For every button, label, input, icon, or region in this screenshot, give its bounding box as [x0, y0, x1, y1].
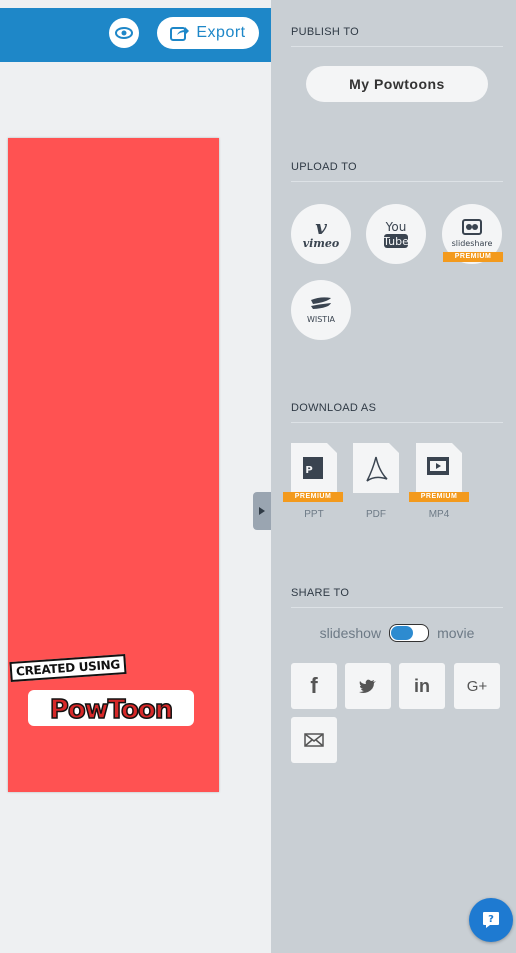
share-linkedin-button[interactable]: in — [399, 663, 445, 709]
publish-section-title: PUBLISH TO — [291, 26, 503, 47]
svg-text:v: v — [315, 216, 327, 239]
email-icon — [304, 733, 324, 747]
upload-wistia-button[interactable]: WISTIA — [291, 280, 351, 340]
export-panel: PUBLISH TO My Powtoons UPLOAD TO v vimeo… — [271, 0, 516, 953]
svg-text:You: You — [385, 220, 407, 234]
svg-text:vimeo: vimeo — [303, 237, 340, 250]
wistia-icon: WISTIA — [307, 297, 336, 324]
export-label: Export — [196, 24, 246, 41]
canvas-area: Export CREATED USING PowToon — [0, 0, 271, 953]
pdf-file-icon — [353, 443, 399, 493]
upload-youtube-button[interactable]: You Tube — [366, 204, 426, 264]
twitter-icon — [359, 679, 376, 693]
ppt-label: PPT — [304, 509, 324, 520]
eye-icon — [115, 27, 133, 39]
slideshow-label: slideshow — [319, 625, 382, 641]
linkedin-icon: in — [414, 675, 430, 696]
share-section-title: SHARE TO — [291, 587, 503, 608]
vimeo-icon: v vimeo — [303, 216, 340, 250]
toggle-knob — [391, 626, 414, 640]
share-mode-toggle-row: slideshow movie — [291, 624, 503, 642]
svg-text:P: P — [305, 465, 312, 476]
created-using-tag: CREATED USING — [9, 653, 127, 683]
svg-text:PowToon: PowToon — [50, 695, 172, 725]
download-pdf-button[interactable] — [353, 443, 399, 503]
ppt-premium-badge: PREMIUM — [283, 492, 343, 502]
powtoon-logo: PowToon — [28, 690, 194, 726]
share-google-plus-button[interactable]: G+ — [454, 663, 500, 709]
collapse-panel-button[interactable] — [253, 492, 271, 530]
mp4-premium-badge: PREMIUM — [409, 492, 469, 502]
help-chat-icon: ? — [483, 912, 499, 928]
chevron-right-icon — [259, 507, 265, 515]
upload-section-title: UPLOAD TO — [291, 161, 503, 182]
export-button[interactable]: Export — [157, 17, 259, 49]
share-twitter-button[interactable] — [345, 663, 391, 709]
google-plus-icon: G+ — [466, 677, 488, 695]
help-button[interactable]: ? — [469, 898, 513, 942]
my-powtoons-button[interactable]: My Powtoons — [306, 66, 488, 102]
svg-text:WISTIA: WISTIA — [307, 315, 336, 324]
slideshare-icon: slideshare — [452, 219, 493, 248]
movie-label: movie — [437, 625, 475, 641]
share-facebook-button[interactable]: f — [291, 663, 337, 709]
youtube-icon: You Tube — [382, 220, 409, 248]
pdf-label: PDF — [366, 509, 386, 520]
slide-preview: CREATED USING PowToon — [8, 138, 219, 792]
share-email-button[interactable] — [291, 717, 337, 763]
facebook-icon: f — [310, 673, 318, 698]
ppt-file-icon: P — [291, 443, 337, 493]
mp4-label: MP4 — [428, 509, 450, 520]
svg-text:Tube: Tube — [382, 235, 409, 248]
preview-button[interactable] — [109, 18, 139, 48]
export-icon — [170, 27, 190, 41]
share-mode-toggle[interactable] — [389, 624, 430, 642]
upload-vimeo-button[interactable]: v vimeo — [291, 204, 351, 264]
svg-text:?: ? — [488, 914, 494, 925]
slideshare-premium-badge: PREMIUM — [443, 252, 503, 262]
svg-text:slideshare: slideshare — [452, 239, 493, 248]
top-toolbar: Export — [0, 8, 271, 62]
download-section-title: DOWNLOAD AS — [291, 402, 503, 423]
mp4-file-icon — [416, 443, 462, 493]
